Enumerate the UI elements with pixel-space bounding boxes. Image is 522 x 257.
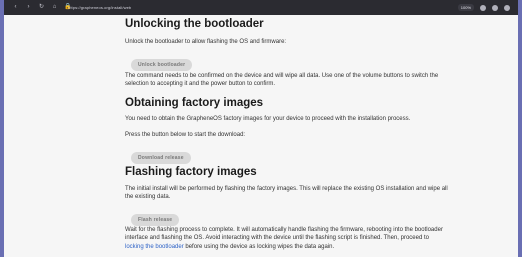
section-title: Unlocking the bootloader [125,18,264,30]
browser-nav: ‹ › ↻ ⌂ 🔒 [12,4,72,10]
reload-icon[interactable]: ↻ [38,4,45,10]
download-instructions: Press the button below to start the down… [125,131,245,139]
section-unlocking: Unlocking the bootloader [125,17,264,31]
paragraph: Press the button below to start the down… [125,132,246,138]
unlock-bootloader-button-wrap: Unlock bootloader [131,53,193,71]
paragraph: Wait for the flashing process to complet… [125,226,449,251]
extension-icon[interactable] [480,4,486,11]
browser-actions: 100% [457,4,510,11]
paragraph: You need to obtain the GrapheneOS factor… [125,116,411,122]
browser-toolbar: ‹ › ↻ ⌂ 🔒 https://grapheneos.org/install… [4,0,518,15]
address-bar[interactable]: https://grapheneos.org/install/web [68,4,198,11]
paragraph: Unlock the bootloader to allow flashing … [125,39,287,45]
unlock-confirm-text: The command needs to be confirmed on the… [125,72,449,89]
download-release-button[interactable]: Download release [131,152,191,164]
section-title: Flashing factory images [125,166,257,178]
text: Wait for the flashing process to complet… [125,227,443,242]
section-flashing: Flashing factory images [125,165,257,179]
section-title: Obtaining factory images [125,97,264,109]
obtain-instructions: You need to obtain the GrapheneOS factor… [125,115,449,123]
home-icon[interactable]: ⌂ [51,4,58,10]
download-release-button-wrap: Download release [131,146,191,164]
paragraph: The initial install will be performed by… [125,186,448,201]
browser-window: ‹ › ↻ ⌂ 🔒 https://grapheneos.org/install… [0,0,522,257]
flash-release-button[interactable]: Flash release [131,214,180,226]
locking-bootloader-link[interactable]: locking the bootloader [125,244,184,250]
zoom-badge[interactable]: 100% [457,4,474,11]
account-icon[interactable] [492,4,498,11]
text: before using the device as locking wipes… [183,243,335,250]
forward-icon[interactable]: › [25,4,32,10]
paragraph: The command needs to be confirmed on the… [125,73,439,88]
flash-followup-text: Wait for the flashing process to complet… [125,226,449,251]
flash-instructions: The initial install will be performed by… [125,185,449,202]
flash-release-button-wrap: Flash release [131,208,180,226]
back-icon[interactable]: ‹ [12,4,19,10]
page-content: Unlocking the bootloader Unlock the boot… [4,15,518,257]
section-obtaining: Obtaining factory images [125,96,263,110]
right-window-edge [518,0,522,257]
menu-icon[interactable] [504,4,510,11]
unlock-bootloader-button[interactable]: Unlock bootloader [131,59,193,71]
unlock-instructions: Unlock the bootloader to allow flashing … [125,38,286,46]
